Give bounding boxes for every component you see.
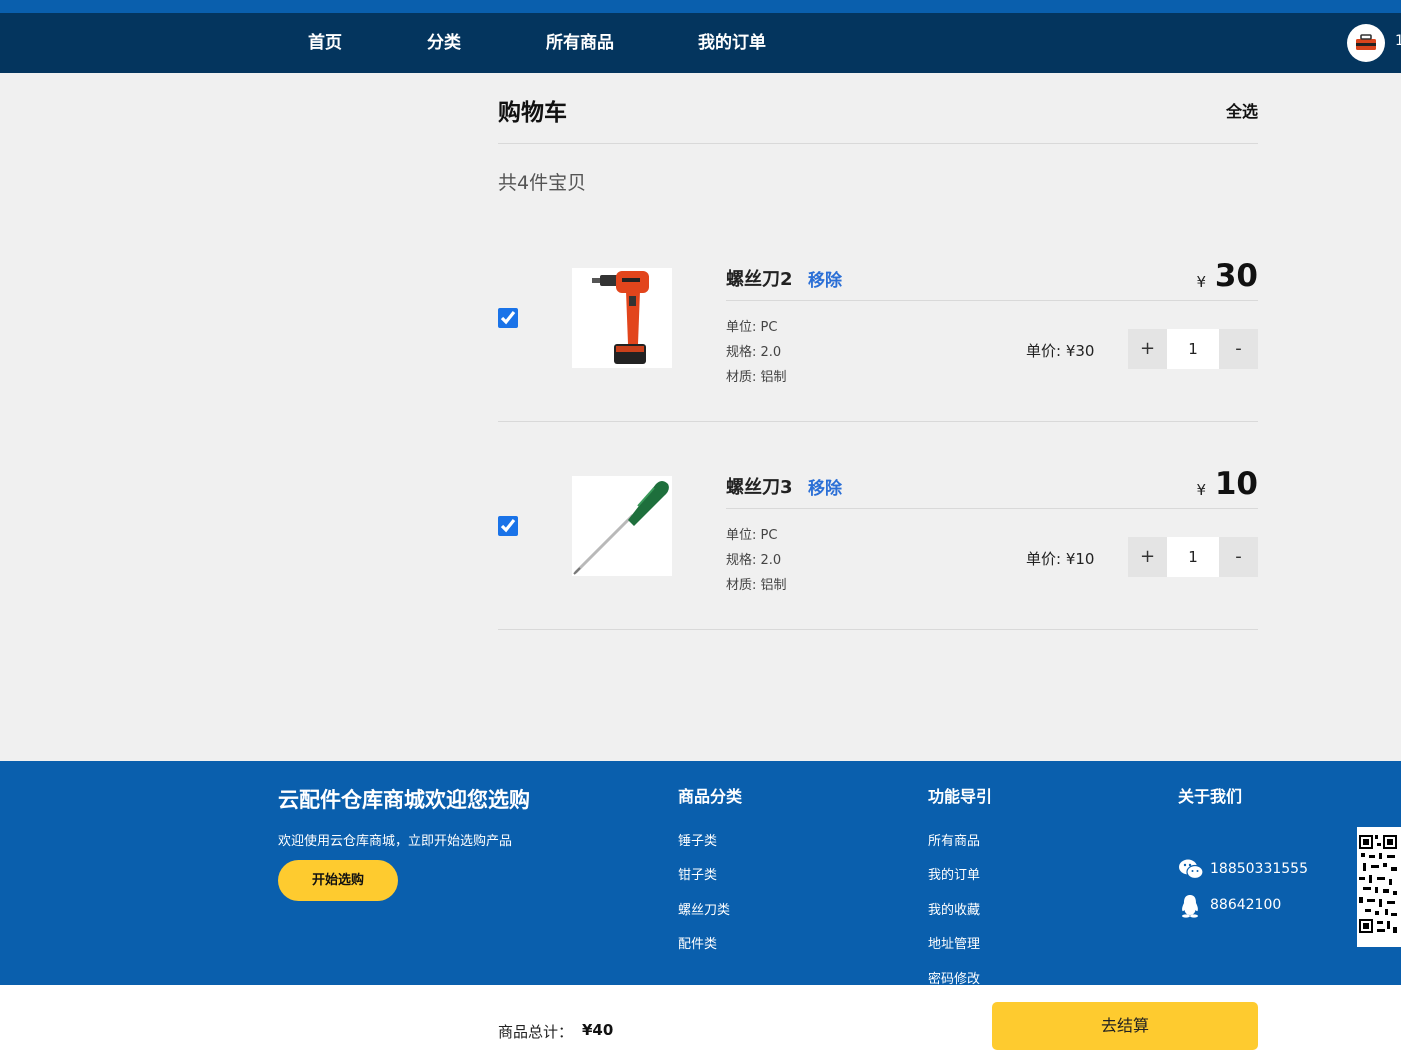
qq-penguin-icon	[1182, 895, 1198, 918]
item-divider	[726, 508, 1258, 509]
checkout-button[interactable]: 去结算	[992, 1002, 1258, 1050]
nav-my-orders[interactable]: 我的订单	[698, 13, 766, 73]
cart-item-row: 螺丝刀3 移除 ¥ 10 单位: PC 规格: 2.0 材质: 铝制 单价: ¥…	[498, 466, 1258, 676]
remove-link[interactable]: 移除	[808, 474, 842, 499]
toolbox-icon	[1356, 34, 1376, 50]
item-subtotal: 10	[1214, 466, 1258, 502]
footer-categories-heading: 商品分类	[678, 787, 743, 806]
cordless-drill-icon	[592, 271, 649, 364]
qty-decrease-button[interactable]: -	[1219, 329, 1258, 369]
screwdriver-icon	[573, 481, 669, 575]
item-spec: 规格: 2.0	[726, 553, 782, 568]
footer-link-favorites[interactable]: 我的收藏	[928, 899, 980, 918]
footer-link-accessories[interactable]: 配件类	[678, 933, 717, 952]
nav-categories[interactable]: 分类	[427, 13, 461, 73]
currency-symbol: ¥	[1196, 273, 1206, 291]
item-select-checkbox[interactable]	[498, 308, 518, 328]
checkout-bar: 商品总计： ¥40 去结算	[0, 985, 1401, 1061]
qty-increase-button[interactable]: +	[1128, 537, 1167, 577]
quantity-input[interactable]	[1167, 329, 1219, 369]
footer-link-all-products[interactable]: 所有商品	[928, 830, 980, 849]
wechat-icon	[1179, 859, 1204, 880]
footer-guide-heading: 功能导引	[928, 787, 993, 806]
qr-code-icon	[1359, 835, 1397, 933]
item-name[interactable]: 螺丝刀2	[726, 265, 793, 291]
qr-code	[1357, 827, 1401, 947]
footer-link-my-orders[interactable]: 我的订单	[928, 864, 980, 883]
footer-about-heading: 关于我们	[1178, 787, 1243, 806]
row-divider	[498, 421, 1258, 422]
item-unit: 单位: PC	[726, 320, 778, 335]
total-value: ¥40	[582, 1021, 614, 1039]
quantity-stepper: + -	[1128, 329, 1258, 369]
wechat-number: 18850331555	[1210, 861, 1308, 877]
item-divider	[726, 300, 1258, 301]
quantity-input[interactable]	[1167, 537, 1219, 577]
main-nav: 首页 分类 所有商品 我的订单	[0, 13, 1401, 73]
user-avatar[interactable]	[1347, 24, 1385, 62]
top-accent-strip	[0, 0, 1401, 13]
item-select-checkbox[interactable]	[498, 516, 518, 536]
item-name[interactable]: 螺丝刀3	[726, 473, 793, 499]
footer-brand: 云配件仓库商城欢迎您选购	[278, 788, 530, 812]
footer-link-pliers[interactable]: 钳子类	[678, 864, 717, 883]
product-image[interactable]	[572, 476, 672, 576]
footer-link-hammers[interactable]: 锤子类	[678, 830, 717, 849]
item-unit-price: 单价: ¥30	[1026, 342, 1095, 360]
cart-item-row: 螺丝刀2 移除 ¥ 30 单位: PC 规格: 2.0 材质: 铝制 单价: ¥…	[498, 258, 1258, 468]
qq-number: 88642100	[1210, 897, 1282, 913]
item-material: 材质: 铝制	[726, 370, 787, 385]
user-name[interactable]: 1	[1395, 33, 1401, 49]
start-shopping-button[interactable]: 开始选购	[278, 860, 398, 901]
item-subtotal: 30	[1214, 258, 1258, 294]
site-footer: 云配件仓库商城欢迎您选购 欢迎使用云仓库商城，立即开始选购产品 开始选购 商品分…	[0, 761, 1401, 987]
product-image[interactable]	[572, 268, 672, 368]
footer-description: 欢迎使用云仓库商城，立即开始选购产品	[278, 834, 513, 849]
qty-increase-button[interactable]: +	[1128, 329, 1167, 369]
footer-link-addresses[interactable]: 地址管理	[928, 933, 980, 952]
nav-home[interactable]: 首页	[308, 13, 342, 73]
nav-all-products[interactable]: 所有商品	[546, 13, 614, 73]
select-all-button[interactable]: 全选	[1226, 98, 1258, 122]
remove-link[interactable]: 移除	[808, 266, 842, 291]
quantity-stepper: + -	[1128, 537, 1258, 577]
cart-item-count: 共4件宝贝	[498, 172, 587, 194]
item-unit-price: 单价: ¥10	[1026, 550, 1095, 568]
page-title: 购物车	[498, 100, 567, 126]
qty-decrease-button[interactable]: -	[1219, 537, 1258, 577]
currency-symbol: ¥	[1196, 481, 1206, 499]
item-material: 材质: 铝制	[726, 578, 787, 593]
total-label: 商品总计：	[498, 1023, 574, 1041]
footer-link-screwdrivers[interactable]: 螺丝刀类	[678, 899, 730, 918]
item-spec: 规格: 2.0	[726, 345, 782, 360]
row-divider	[498, 629, 1258, 630]
item-unit: 单位: PC	[726, 528, 778, 543]
header-divider	[498, 143, 1258, 144]
